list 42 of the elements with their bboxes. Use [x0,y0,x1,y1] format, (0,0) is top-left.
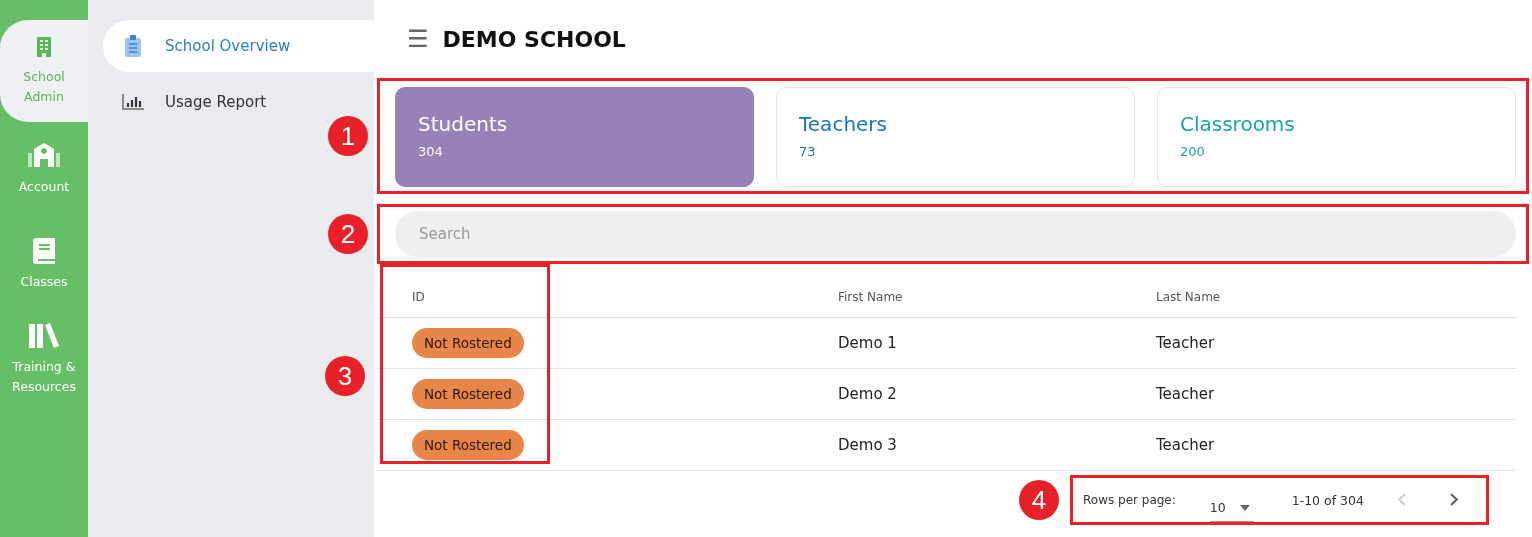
building-icon [35,35,53,59]
status-badge: Not Rostered [412,328,524,358]
column-header: Last Name [1156,289,1222,304]
card-title: Teachers [799,112,888,136]
card-count: 73 [799,144,817,159]
column-header: First Name [838,289,904,304]
status-badge: Not Rostered [412,430,524,460]
stat-card[interactable]: Teachers 73 [776,87,1135,187]
school-icon [28,142,60,169]
bar-chart-icon [122,94,144,110]
rows-per-page-label: Rows per page: [1083,493,1176,507]
callout-number: 4 [1019,480,1059,520]
column-header: ID [412,289,426,304]
sidebar-item[interactable]: School Overview [103,20,374,72]
page-range: 1-10 of 304 [1291,492,1364,508]
card-count: 200 [1180,144,1206,159]
clipboard-icon [124,35,142,57]
table-cell-text: Teacher [1156,385,1216,403]
rail-item[interactable]: School Admin [0,20,88,122]
chevron-icon [1397,492,1406,506]
card-count: 304 [418,144,444,159]
card-title: Classrooms [1180,112,1296,136]
status-badge: Not Rostered [412,379,524,409]
books-icon [29,322,59,349]
table-cell-text: Teacher [1156,334,1216,352]
table-cell-text: Demo 2 [838,385,898,403]
search-field[interactable]: Search [395,211,1516,257]
menu-icon[interactable]: ☰ [407,25,429,53]
book-icon [33,237,55,264]
card-title: Students [418,112,509,136]
rail-item[interactable]: Classes [0,217,88,312]
rows-per-page-select[interactable]: 10 [1209,490,1254,522]
rail-item[interactable]: Training & Resources [0,312,88,407]
table-cell-text: Demo 1 [838,334,898,352]
caret-icon [1239,504,1250,511]
rail-item[interactable]: Account [0,122,88,217]
table-cell-text: Demo 3 [838,436,898,454]
stat-card[interactable]: Classrooms 200 [1157,87,1516,187]
chevron-icon [1449,492,1458,506]
stat-card[interactable]: Students 304 [395,87,754,187]
table-cell-text: Teacher [1156,436,1216,454]
page-title: DEMO SCHOOL [442,26,626,52]
